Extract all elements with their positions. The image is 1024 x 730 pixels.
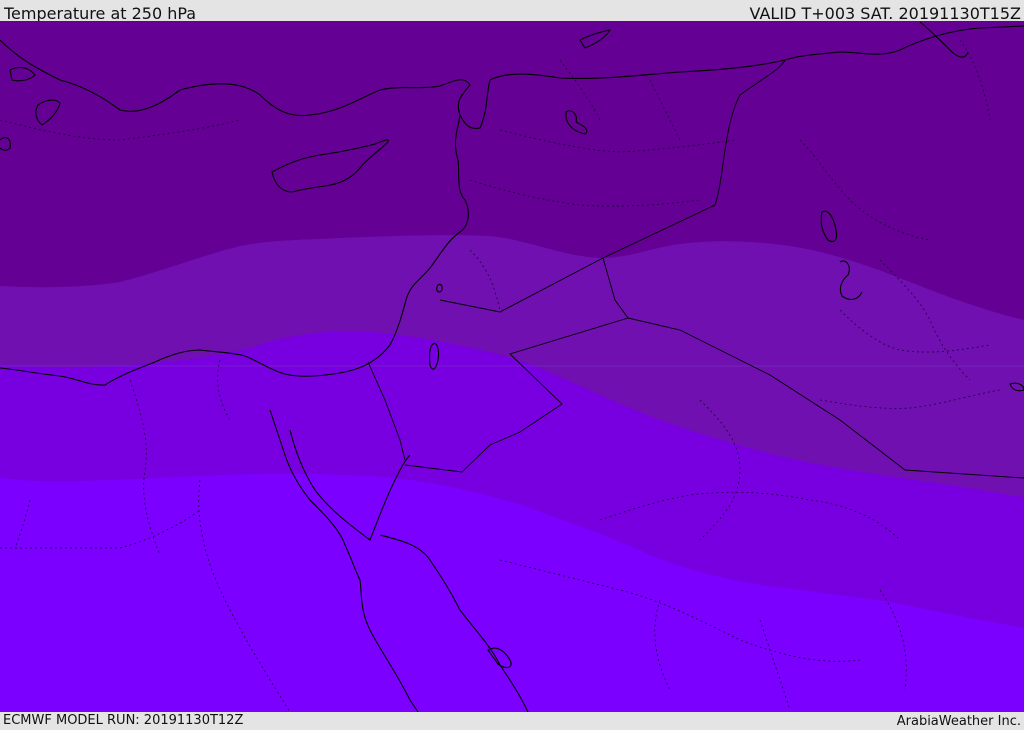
header-bar: Temperature at 250 hPa VALID T+003 SAT. … bbox=[0, 0, 1024, 23]
weather-map[interactable] bbox=[0, 21, 1024, 712]
footer-bar: ECMWF MODEL RUN: 20191130T12Z ArabiaWeat… bbox=[0, 712, 1024, 729]
map-canvas bbox=[0, 21, 1024, 712]
model-run-label: ECMWF MODEL RUN: 20191130T12Z bbox=[3, 713, 244, 728]
credit-label: ArabiaWeather Inc. bbox=[896, 714, 1021, 729]
